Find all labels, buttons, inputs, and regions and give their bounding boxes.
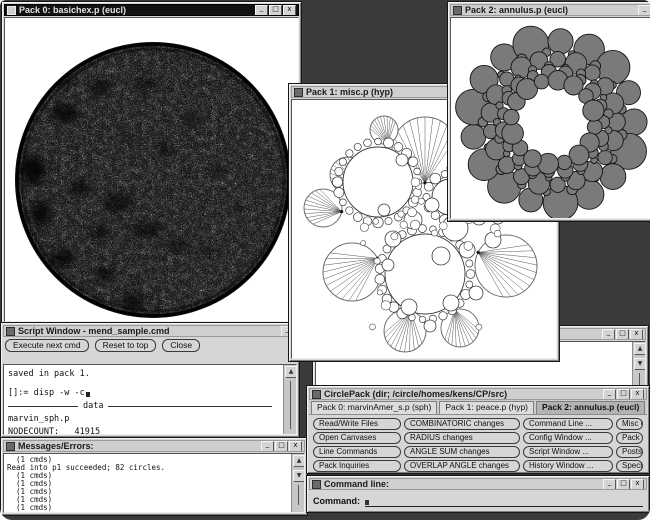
cp-button-combinatoric-changes[interactable]: COMBINATORIC changes (404, 418, 520, 430)
circlepack-title: CirclePack (dir; /circle/homes/kens/CP/s… (324, 389, 508, 399)
script-text: saved in pack 1. []:= disp -w -c data marvi… (4, 365, 284, 435)
window-commandline: Command line: _ □ x Command: (306, 475, 650, 513)
pack2-annulus-drawing (451, 18, 650, 218)
scroll-up-icon[interactable]: ▲ (293, 455, 304, 467)
script-button-execute-next-cmd[interactable]: Execute next cmd (5, 339, 89, 352)
script-line: saved in pack 1. (8, 368, 280, 381)
cp-button-angle-sum-changes[interactable]: ANGLE SUM changes (404, 446, 520, 458)
minimize-button[interactable]: _ (602, 329, 615, 339)
pack0-titlebar[interactable]: Pack 0: basichex.p (eucl) _ □ x (4, 4, 299, 16)
minimize-button[interactable]: _ (255, 5, 268, 15)
scroll-up-icon[interactable]: ▲ (634, 343, 645, 355)
cp-button-special-routine-calls[interactable]: Special Routine Calls (616, 460, 643, 472)
cp-button-postscript-printing[interactable]: Postscript Printing (616, 446, 643, 458)
scroll-down-icon[interactable]: ▼ (293, 470, 304, 482)
script-line-text: saved in pack 1. (8, 369, 90, 379)
cp-button-script-window[interactable]: Script Window ... (523, 446, 613, 458)
script-line-text: marvin_sph.p (8, 414, 70, 424)
circlepack-titlebar[interactable]: CirclePack (dir; /circle/homes/kens/CP/s… (309, 388, 647, 400)
pack2-titlebar[interactable]: Pack 2: annulus.p (eucl) _ (450, 4, 650, 16)
script-titlebar[interactable]: Script Window - mend_sample.cmd _ (3, 325, 297, 337)
background-scrollbar[interactable]: ▲ ▼ (632, 342, 645, 385)
cp-button-pack-color-coding[interactable]: Pack COLOR Coding (616, 432, 643, 444)
window-icon (453, 5, 462, 15)
minimize-button[interactable]: _ (261, 441, 274, 451)
script-line: []:= disp -w -c (8, 387, 280, 400)
script-line-text: []:= disp -w -c (8, 388, 85, 398)
window-icon (6, 441, 15, 451)
window-icon (294, 87, 303, 97)
minimize-button[interactable]: _ (638, 5, 650, 15)
window-circlepack: CirclePack (dir; /circle/homes/kens/CP/s… (306, 385, 650, 486)
messages-canvas[interactable]: (1 cmds) Read into p1 succeeded; 82 circl… (3, 453, 305, 513)
window-messages: Messages/Errors: _ □ x (1 cmds) Read into p… (0, 437, 308, 516)
maximize-button[interactable]: □ (617, 479, 630, 489)
cp-button-line-commands[interactable]: Line Commands (313, 446, 401, 458)
cp-button-read-write-files[interactable]: Read/Write Files (313, 418, 401, 430)
desktop: Pack 0: basichex.p (eucl) _ □ x Script Win… (0, 0, 650, 520)
scroll-up-icon[interactable]: ▲ (285, 366, 296, 378)
cp-button-misc-computations[interactable]: Misc Computations (616, 418, 643, 430)
commandline-title: Command line: (324, 479, 390, 489)
cp-button-pack-inquiries[interactable]: Pack Inquiries (313, 460, 401, 472)
script-line: marvin_sph.p (8, 413, 280, 426)
window-icon (312, 389, 321, 399)
maximize-button[interactable]: □ (269, 5, 282, 15)
cp-button-config-window[interactable]: Config Window ... (523, 432, 613, 444)
messages-text: (1 cmds) Read into p1 succeeded; 82 circl… (4, 454, 292, 513)
script-title: Script Window - mend_sample.cmd (18, 326, 170, 336)
message-line: (1 cmds) (16, 512, 52, 513)
script-line-text: NODECOUNT: 41915 (8, 427, 101, 435)
minimize-button[interactable]: _ (603, 479, 616, 489)
script-canvas[interactable]: saved in pack 1. []:= disp -w -c data marvi… (3, 364, 297, 435)
text-caret (365, 500, 369, 505)
cp-button-open-canvases[interactable]: Open Canvases (313, 432, 401, 444)
cp-button-command-line[interactable]: Command Line ... (523, 418, 613, 430)
pack0-canvas[interactable] (4, 17, 299, 322)
window-pack2: Pack 2: annulus.p (eucl) _ (447, 1, 650, 222)
maximize-button[interactable]: □ (617, 389, 630, 399)
maximize-button[interactable]: □ (275, 441, 288, 451)
window-pack0: Pack 0: basichex.p (eucl) _ □ x (1, 1, 302, 325)
scroll-down-icon[interactable]: ▼ (634, 358, 645, 370)
tab-pack1[interactable]: Pack 1: peace.p (hyp) (439, 401, 535, 414)
script-line: NODECOUNT: 41915 (8, 426, 280, 435)
cp-button-history-window[interactable]: History Window ... (523, 460, 613, 472)
script-divider: data (8, 400, 280, 413)
close-button[interactable]: x (631, 479, 644, 489)
close-button[interactable]: x (283, 5, 296, 15)
close-button[interactable]: x (630, 329, 643, 339)
cp-button-radius-changes[interactable]: RADIUS changes (404, 432, 520, 444)
window-icon (7, 5, 16, 15)
pack2-canvas[interactable] (450, 17, 650, 219)
close-button[interactable]: x (289, 441, 302, 451)
window-icon (312, 479, 321, 489)
pack0-title: Pack 0: basichex.p (eucl) (19, 5, 127, 15)
messages-scrollbar[interactable]: ▲ ▼ (291, 454, 304, 512)
script-divider-label: data (83, 401, 104, 411)
script-button-close[interactable]: Close (162, 339, 201, 352)
script-scrollbar[interactable]: ▲ (283, 365, 296, 434)
pack2-title: Pack 2: annulus.p (eucl) (465, 5, 569, 15)
messages-titlebar[interactable]: Messages/Errors: _ □ x (3, 440, 305, 452)
tab-pack0[interactable]: Pack 0: marvinAmer_s.p (sph) (311, 401, 438, 414)
pack-tab-row: Pack 0: marvinAmer_s.p (sph) Pack 1: peac… (309, 400, 647, 415)
minimize-button[interactable]: _ (603, 389, 616, 399)
tab-pack2[interactable]: Pack 2: annulus.p (eucl) (536, 401, 646, 414)
commandline-titlebar[interactable]: Command line: _ □ x (309, 478, 647, 490)
script-button-reset-to-top[interactable]: Reset to top (94, 339, 157, 352)
command-input[interactable] (365, 495, 643, 507)
messages-title: Messages/Errors: (18, 441, 94, 451)
window-icon (6, 326, 15, 336)
script-button-row: Execute next cmd Reset to top Close (3, 337, 297, 353)
window-script: Script Window - mend_sample.cmd _ Execut… (0, 322, 300, 438)
text-caret (85, 392, 90, 397)
command-prompt-label: Command: (313, 496, 360, 506)
cp-button-overlap-angle-changes[interactable]: OVERLAP ANGLE changes (404, 460, 520, 472)
close-button[interactable]: x (631, 389, 644, 399)
pack0-sphere-drawing (5, 18, 298, 321)
maximize-button[interactable]: □ (616, 329, 629, 339)
